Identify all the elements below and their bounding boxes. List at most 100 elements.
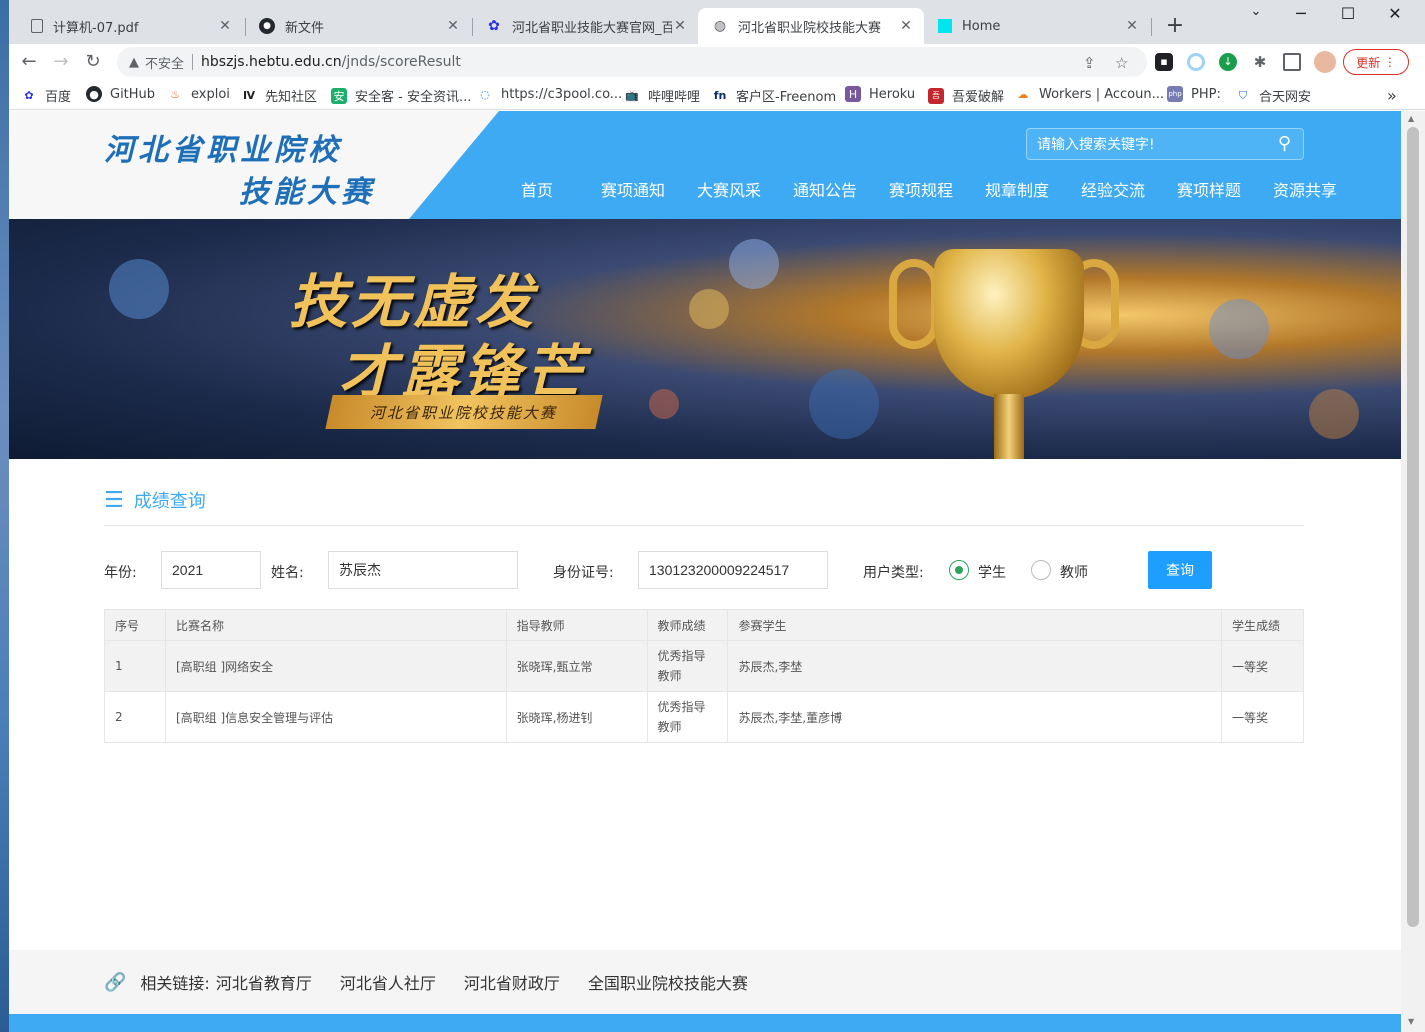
- bookmarks-more-icon[interactable]: »: [1387, 86, 1397, 105]
- year-field[interactable]: 2021: [161, 551, 261, 589]
- bookmark-label: https://c3pool.co...: [501, 86, 623, 102]
- bookmark-label: 百度: [45, 90, 72, 105]
- radio-student-label[interactable]: 学生: [978, 562, 1006, 582]
- hero-banner: 技无虚发 才露锋芒 河北省职业院校技能大赛: [9, 219, 1401, 459]
- footer-link[interactable]: 全国职业院校技能大赛: [588, 970, 748, 994]
- close-icon[interactable]: ✕: [672, 18, 688, 34]
- loading-icon: ◌: [480, 87, 490, 101]
- tab-pdf[interactable]: 计算机-07.pdf ✕: [17, 8, 243, 44]
- table-header-row: 序号 比赛名称 指导教师 教师成绩 参赛学生 学生成绩: [104, 609, 1304, 641]
- section-title-text: 成绩查询: [133, 491, 206, 512]
- bookmark-item[interactable]: ⛉ 合天网安: [1235, 86, 1311, 106]
- share-icon[interactable]: ⇪: [1083, 54, 1096, 72]
- site-logo-line2[interactable]: 技能大赛: [239, 167, 375, 211]
- tab-github[interactable]: ● 新文件 ✕: [245, 8, 471, 44]
- bookmark-label: Heroku: [869, 86, 916, 102]
- close-icon[interactable]: ✕: [898, 18, 914, 34]
- site-search-input[interactable]: 请输入搜索关键字! ⚲: [1026, 128, 1304, 160]
- table-cell: 苏辰杰,李埜: [727, 640, 1223, 692]
- close-icon[interactable]: ✕: [1124, 18, 1140, 34]
- tab-search-icon[interactable]: ⌄: [1236, 4, 1276, 19]
- page-scrollbar[interactable]: ▲ ▼: [1401, 111, 1425, 1032]
- extension-icon[interactable]: [1187, 53, 1205, 71]
- table-row: 1 [高职组 ]网络安全 张晓珲,甄立常 优秀指导教师 苏辰杰,李埜 一等奖: [104, 640, 1304, 692]
- bookmark-item[interactable]: ● GitHub: [86, 86, 155, 102]
- nav-item[interactable]: 赛项规程: [873, 177, 969, 201]
- year-label: 年份:: [104, 565, 137, 581]
- shield-icon: ⛉: [1238, 88, 1248, 102]
- tab-title: 新文件: [285, 20, 325, 36]
- id-number-field[interactable]: 130123200009224517: [638, 551, 828, 589]
- anquanke-icon: 安: [331, 87, 347, 104]
- trophy-stem: [994, 394, 1024, 459]
- download-icon[interactable]: ↓: [1219, 53, 1237, 71]
- avatar[interactable]: [1314, 51, 1336, 73]
- tab-home[interactable]: Home ✕: [924, 8, 1150, 44]
- bookmark-item[interactable]: Ⅳ 先知社区: [241, 86, 317, 105]
- tab-baidu[interactable]: ✿ 河北省职业技能大赛官网_百度 ✕: [472, 8, 698, 44]
- nav-item[interactable]: 赛项通知: [585, 177, 681, 201]
- bookmark-label: 哔哩哔哩: [648, 90, 701, 105]
- close-icon[interactable]: ✕: [445, 18, 461, 34]
- footer-link[interactable]: 河北省教育厅: [216, 970, 312, 994]
- query-button-label: 查询: [1166, 563, 1194, 579]
- footer-link[interactable]: 河北省人社厅: [340, 970, 436, 994]
- site-logo-line1[interactable]: 河北省职业院校: [104, 125, 342, 169]
- nav-item[interactable]: 赛项样题: [1161, 177, 1257, 201]
- search-icon[interactable]: ⚲: [1278, 133, 1291, 154]
- nav-item[interactable]: 资源共享: [1257, 177, 1353, 201]
- tab-title: 计算机-07.pdf: [53, 20, 139, 36]
- main-nav: 首页 赛项通知 大赛风采 通知公告 赛项规程 规章制度 经验交流 赛项样题 资源…: [489, 177, 1353, 201]
- radio-teacher[interactable]: [1031, 560, 1051, 580]
- puzzle-icon[interactable]: ✱: [1251, 53, 1269, 71]
- query-button[interactable]: 查询: [1148, 551, 1212, 589]
- bookmark-item[interactable]: ◌ https://c3pool.co...: [477, 86, 622, 102]
- extension-icon[interactable]: ▪: [1155, 53, 1173, 71]
- table-cell: 苏辰杰,李埜,董彦博: [727, 691, 1223, 743]
- bookmark-label: PHP:: [1191, 86, 1221, 102]
- close-window-icon[interactable]: ✕: [1375, 4, 1415, 23]
- nav-item[interactable]: 规章制度: [969, 177, 1065, 201]
- xianzhi-icon: Ⅳ: [242, 89, 256, 102]
- update-button[interactable]: 更新 ⋮: [1343, 49, 1409, 75]
- year-value: 2021: [172, 562, 204, 578]
- bookmark-item[interactable]: ♨ exploi: [167, 86, 230, 102]
- close-icon[interactable]: ✕: [217, 18, 233, 34]
- bookmark-item[interactable]: fn 客户区-Freenom: [712, 86, 836, 105]
- scroll-thumb[interactable]: [1407, 127, 1419, 927]
- back-icon[interactable]: ←: [15, 48, 43, 76]
- nav-item[interactable]: 通知公告: [777, 177, 873, 201]
- user-type-label: 用户类型:: [863, 565, 924, 581]
- address-bar[interactable]: ▲ 不安全 hbszjs.hebtu.edu.cn/jnds/scoreResu…: [117, 47, 1147, 77]
- nav-item[interactable]: 首页: [489, 177, 585, 201]
- footer-link[interactable]: 河北省财政厅: [464, 970, 560, 994]
- bookmark-item[interactable]: H Heroku: [845, 86, 915, 102]
- reload-icon[interactable]: ↻: [79, 48, 107, 76]
- table-row: 2 [高职组 ]信息安全管理与评估 张晓珲,杨进钊 优秀指导教师 苏辰杰,李埜,…: [104, 691, 1304, 743]
- heroku-icon: H: [845, 86, 861, 102]
- radio-student[interactable]: [949, 560, 969, 580]
- bookmark-item[interactable]: 安安全客 - 安全资讯...: [331, 86, 471, 105]
- browser-toolbar: ← → ↻ ▲ 不安全 hbszjs.hebtu.edu.cn/jnds/sco…: [9, 44, 1425, 80]
- bookmark-item[interactable]: 吾吾爱破解: [928, 86, 1004, 105]
- bookmark-item[interactable]: ✿ 百度: [21, 86, 71, 105]
- new-tab-button[interactable]: +: [1161, 12, 1189, 40]
- nav-item[interactable]: 经验交流: [1065, 177, 1161, 201]
- forward-icon[interactable]: →: [47, 48, 75, 76]
- scroll-down-icon[interactable]: ▼: [1408, 1017, 1414, 1026]
- tab-active-site[interactable]: ◍ 河北省职业院校技能大赛 ✕: [698, 8, 924, 44]
- search-placeholder: 请输入搜索关键字!: [1037, 137, 1155, 153]
- maximize-icon[interactable]: ☐: [1328, 4, 1368, 23]
- minimize-icon[interactable]: ─: [1281, 4, 1321, 23]
- related-links: 🔗 相关链接: 河北省教育厅 河北省人社厅 河北省财政厅 全国职业院校技能大赛: [104, 970, 776, 994]
- bookmark-item[interactable]: php PHP:: [1167, 86, 1221, 102]
- nav-item[interactable]: 大赛风采: [681, 177, 777, 201]
- bookmark-item[interactable]: ☁ Workers | Accoun...: [1015, 86, 1165, 102]
- scroll-up-icon[interactable]: ▲: [1408, 114, 1414, 123]
- bookmark-item[interactable]: 📺 哔哩哔哩: [624, 86, 700, 105]
- name-field[interactable]: 苏辰杰: [328, 551, 518, 589]
- sidepanel-icon[interactable]: [1283, 53, 1301, 71]
- id-number-label: 身份证号:: [553, 565, 614, 581]
- radio-teacher-label[interactable]: 教师: [1060, 562, 1088, 582]
- star-icon[interactable]: ☆: [1115, 54, 1128, 72]
